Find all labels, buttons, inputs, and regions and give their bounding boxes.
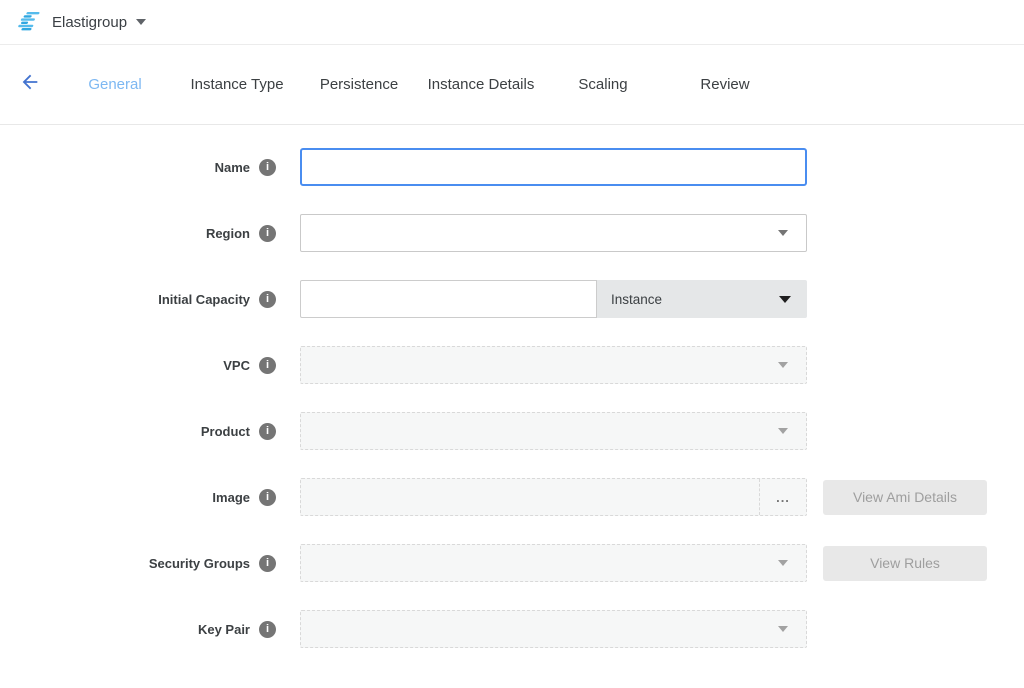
image-row: Image i ... View Ami Details [0, 478, 1024, 516]
product-label: Product [0, 424, 250, 439]
product-row: Product i [0, 412, 1024, 450]
product-select [300, 412, 807, 450]
name-row: Name i [0, 148, 1024, 186]
initial-capacity-info-icon[interactable]: i [259, 291, 276, 308]
image-field: ... [300, 478, 807, 516]
name-label: Name [0, 160, 250, 175]
initial-capacity-label: Initial Capacity [0, 292, 250, 307]
view-rules-button[interactable]: View Rules [823, 546, 987, 581]
view-ami-details-button[interactable]: View Ami Details [823, 480, 987, 515]
wizard-tabs: General Instance Type Persistence Instan… [54, 76, 786, 93]
name-input[interactable] [300, 148, 807, 186]
image-label: Image [0, 490, 250, 505]
product-info-icon[interactable]: i [259, 423, 276, 440]
region-info-icon[interactable]: i [259, 225, 276, 242]
chevron-down-icon [778, 230, 788, 236]
key-pair-label: Key Pair [0, 622, 250, 637]
security-groups-select [300, 544, 807, 582]
back-arrow-icon [19, 71, 41, 98]
chevron-down-icon [779, 296, 791, 303]
security-groups-row: Security Groups i View Rules [0, 544, 1024, 582]
tab-instance-type[interactable]: Instance Type [176, 76, 298, 93]
general-settings-form: Name i Region i Initial Capacity i Insta… [0, 125, 1024, 648]
vpc-select [300, 346, 807, 384]
tab-review[interactable]: Review [664, 76, 786, 93]
name-info-icon[interactable]: i [259, 159, 276, 176]
chevron-down-icon [778, 560, 788, 566]
security-groups-label: Security Groups [0, 556, 250, 571]
image-info-icon[interactable]: i [259, 489, 276, 506]
image-value [301, 479, 759, 515]
key-pair-select [300, 610, 807, 648]
tab-general[interactable]: General [54, 76, 176, 93]
tab-instance-details[interactable]: Instance Details [420, 76, 542, 93]
chevron-down-icon [778, 626, 788, 632]
capacity-unit-select[interactable]: Instance [597, 280, 807, 318]
chevron-down-icon [778, 428, 788, 434]
tab-persistence[interactable]: Persistence [298, 76, 420, 93]
initial-capacity-input[interactable] [300, 280, 597, 318]
key-pair-info-icon[interactable]: i [259, 621, 276, 638]
tab-scaling[interactable]: Scaling [542, 76, 664, 93]
capacity-unit-value: Instance [611, 292, 662, 307]
image-browse-button[interactable]: ... [759, 479, 806, 515]
chevron-down-icon [136, 19, 146, 25]
product-title: Elastigroup [52, 14, 127, 31]
security-groups-info-icon[interactable]: i [259, 555, 276, 572]
elastigroup-logo-icon [14, 11, 40, 33]
product-switcher[interactable]: Elastigroup [14, 11, 146, 33]
app-header: Elastigroup [0, 0, 1024, 45]
key-pair-row: Key Pair i [0, 610, 1024, 648]
wizard-tabbar: General Instance Type Persistence Instan… [0, 45, 1024, 125]
initial-capacity-row: Initial Capacity i Instance [0, 280, 1024, 318]
vpc-label: VPC [0, 358, 250, 373]
vpc-row: VPC i [0, 346, 1024, 384]
region-row: Region i [0, 214, 1024, 252]
region-select[interactable] [300, 214, 807, 252]
back-button[interactable] [8, 71, 52, 98]
vpc-info-icon[interactable]: i [259, 357, 276, 374]
chevron-down-icon [778, 362, 788, 368]
region-label: Region [0, 226, 250, 241]
